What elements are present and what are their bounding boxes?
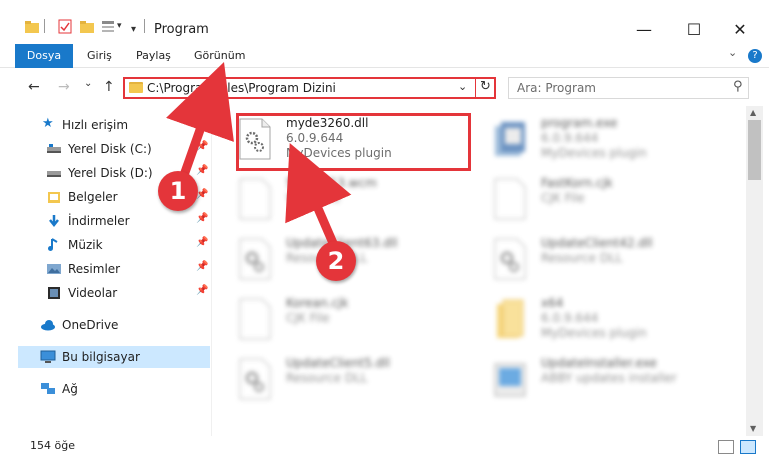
arrow-2 bbox=[285, 142, 352, 252]
arrow-1 bbox=[166, 62, 234, 180]
callout-badge-1: 1 bbox=[158, 171, 198, 211]
callout-badge-2: 2 bbox=[316, 241, 356, 281]
annotation-arrows bbox=[166, 62, 352, 252]
